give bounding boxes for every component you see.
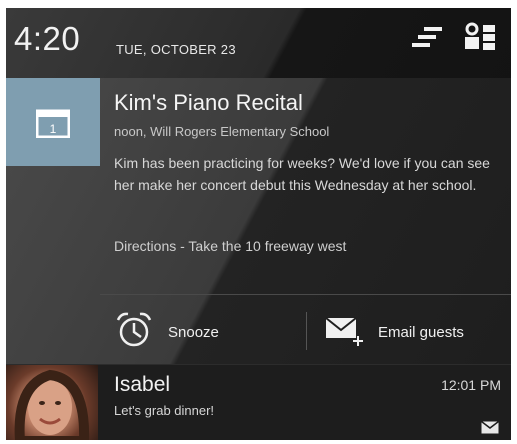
- shade-header: 4:20 TUE, OCTOBER 23: [6, 8, 511, 64]
- mail-icon: [481, 420, 499, 439]
- action-separator: [306, 312, 307, 350]
- message-preview: Let's grab dinner!: [114, 403, 215, 418]
- message-notification[interactable]: Isabel Let's grab dinner! 12:01 PM: [6, 364, 511, 440]
- email-guests-label: Email guests: [378, 323, 464, 341]
- sender-name: Isabel: [114, 373, 171, 396]
- calendar-day-number: 1: [50, 122, 57, 136]
- message-time: 12:01 PM: [441, 377, 501, 393]
- email-guests-button[interactable]: Email guests: [324, 304, 464, 360]
- alarm-clock-icon: [114, 310, 154, 355]
- notification-shade: 4:20 TUE, OCTOBER 23 1 Kim's Piano Recit…: [6, 8, 511, 440]
- calendar-icon: 1: [6, 78, 100, 166]
- event-title: Kim's Piano Recital: [114, 90, 303, 115]
- event-directions: Directions - Take the 10 freeway west: [114, 238, 347, 254]
- clock: 4:20: [14, 20, 81, 57]
- calendar-notification[interactable]: 1 Kim's Piano Recital noon, Will Rogers …: [6, 78, 511, 364]
- snooze-label: Snooze: [168, 323, 219, 341]
- avatar: [6, 365, 98, 440]
- clear-all-icon[interactable]: [410, 26, 444, 53]
- email-add-icon: [324, 312, 364, 353]
- event-description: Kim has been practicing for weeks? We'd …: [114, 155, 490, 193]
- date-label: TUE, OCTOBER 23: [116, 42, 236, 57]
- actions-divider: [100, 294, 511, 295]
- quick-settings-icon[interactable]: [462, 22, 498, 57]
- snooze-button[interactable]: Snooze: [114, 304, 219, 360]
- event-subtitle: noon, Will Rogers Elementary School: [114, 124, 330, 139]
